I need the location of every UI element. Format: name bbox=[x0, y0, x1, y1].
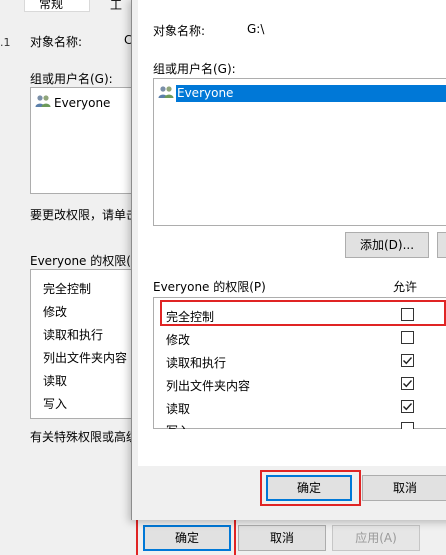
users-list[interactable]: Everyone bbox=[30, 87, 132, 194]
list-item[interactable]: Everyone bbox=[35, 94, 110, 111]
highlight-ok-background bbox=[136, 518, 236, 555]
permission-row-read: 读取 bbox=[166, 397, 446, 417]
object-name-label: 对象名称: bbox=[30, 35, 83, 49]
permission-name: 读取和执行 bbox=[166, 356, 227, 370]
group-label: 组或用户名(G): bbox=[30, 72, 113, 86]
fg-permissions-label: Everyone 的权限(P) bbox=[153, 280, 266, 294]
check-icon bbox=[403, 403, 413, 411]
fg-cancel-button[interactable]: 取消 bbox=[362, 475, 446, 501]
permission-row-read-execute: 读取和执行 bbox=[166, 351, 446, 371]
edge-mark: .1 bbox=[0, 36, 11, 49]
apply-button[interactable]: 应用(A) bbox=[332, 525, 420, 551]
allow-header: 允许 bbox=[393, 280, 418, 294]
check-icon bbox=[403, 357, 413, 365]
tab-partial[interactable]: 工 bbox=[110, 0, 130, 12]
users-group-icon bbox=[158, 85, 174, 102]
permissions-list: 完全控制 修改 读取和执行 列出文件夹内容 读取 写入 bbox=[30, 269, 132, 419]
add-button[interactable]: 添加(D)... bbox=[345, 232, 429, 258]
permission-row-list-folder: 列出文件夹内容 bbox=[166, 374, 446, 394]
cancel-button[interactable]: 取消 bbox=[238, 525, 326, 551]
permission-row-write: 写入 bbox=[166, 419, 446, 429]
allow-checkbox[interactable] bbox=[401, 400, 414, 413]
change-hint: 要更改权限，请单击 bbox=[30, 208, 139, 222]
permission-name: 读取 bbox=[166, 402, 191, 416]
permission-row-modify: 修改 bbox=[166, 328, 446, 348]
permission-item: 读取 bbox=[43, 374, 68, 388]
list-item[interactable]: Everyone bbox=[158, 85, 446, 102]
tab-general[interactable]: 常规 bbox=[24, 0, 90, 12]
permission-item: 写入 bbox=[43, 397, 68, 411]
allow-checkbox[interactable] bbox=[401, 422, 414, 429]
fg-group-label: 组或用户名(G): bbox=[153, 62, 236, 76]
permissions-label: Everyone 的权限(P) bbox=[30, 254, 143, 268]
fg-object-name-label: 对象名称: bbox=[153, 24, 206, 38]
allow-checkbox[interactable] bbox=[401, 331, 414, 344]
fg-users-list[interactable]: Everyone bbox=[153, 78, 446, 226]
permission-item: 完全控制 bbox=[43, 282, 92, 296]
fg-object-name-value: G:\ bbox=[247, 22, 265, 36]
highlight-ok-foreground bbox=[260, 470, 361, 506]
permission-name: 修改 bbox=[166, 333, 191, 347]
user-name: Everyone bbox=[54, 95, 111, 110]
permission-name: 写入 bbox=[166, 422, 190, 429]
highlight-full-control bbox=[160, 300, 446, 326]
remove-button-partial[interactable] bbox=[437, 232, 446, 258]
user-name: Everyone bbox=[176, 85, 446, 102]
permission-name: 列出文件夹内容 bbox=[166, 379, 251, 393]
permission-item: 列出文件夹内容 bbox=[43, 351, 128, 365]
check-icon bbox=[403, 380, 413, 388]
permission-item: 修改 bbox=[43, 305, 68, 319]
special-hint: 有关特殊权限或高级 bbox=[30, 430, 139, 444]
allow-checkbox[interactable] bbox=[401, 354, 414, 367]
permission-item: 读取和执行 bbox=[43, 328, 104, 342]
users-group-icon bbox=[35, 94, 51, 111]
allow-checkbox[interactable] bbox=[401, 377, 414, 390]
